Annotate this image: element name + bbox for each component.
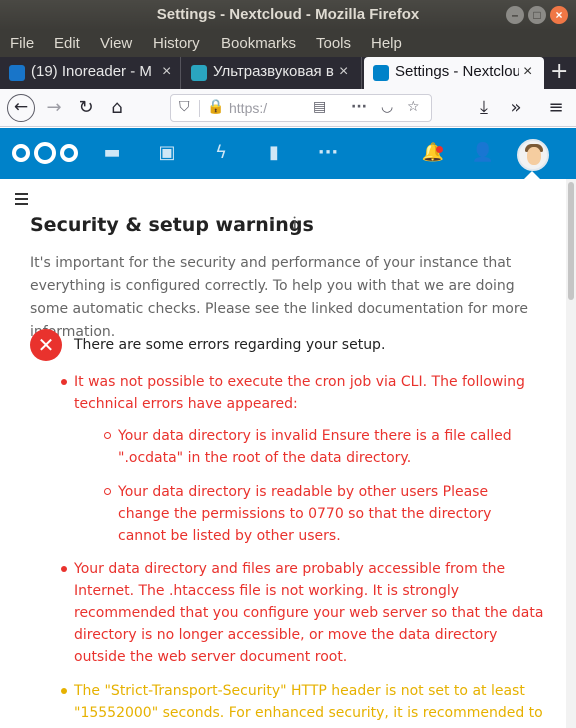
avatar-face xyxy=(527,147,541,165)
rss-icon xyxy=(9,65,25,81)
nextcloud-logo-icon[interactable] xyxy=(12,142,78,164)
close-tab-icon[interactable]: × xyxy=(339,63,348,81)
page-actions-icon[interactable]: ··· xyxy=(351,99,367,115)
tab-label: Settings - Nextclou xyxy=(395,63,519,80)
navigation-bar: ← → ↻ ⌂ ⛉ 🔒 https:/ ▤ ··· ◡ ☆ ⤓ » ≡ xyxy=(0,89,576,127)
menu-file[interactable]: File xyxy=(10,35,34,52)
home-icon[interactable]: ⌂ xyxy=(103,94,131,122)
close-tab-icon[interactable]: × xyxy=(523,63,532,81)
bullet-dot xyxy=(61,688,67,694)
warning-hsts: The "Strict-Transport-Security" HTTP hea… xyxy=(74,683,543,728)
notifications-bell-icon[interactable]: 🔔 xyxy=(421,141,445,165)
download-icon[interactable]: ⤓ xyxy=(470,94,498,122)
deck-icon[interactable]: ▮ xyxy=(262,141,286,165)
url-divider xyxy=(199,100,200,117)
files-folder-icon[interactable]: ▬ xyxy=(100,141,124,165)
menu-bookmarks[interactable]: Bookmarks xyxy=(221,35,296,52)
tab-strip: (19) Inoreader - M × Ультразвуковая в × … xyxy=(0,57,576,89)
info-icon[interactable]: i xyxy=(292,214,297,234)
error-htaccess: Your data directory and files are probab… xyxy=(74,561,544,665)
new-tab-icon[interactable]: + xyxy=(550,59,568,84)
menu-help[interactable]: Help xyxy=(371,35,402,52)
nextcloud-header: ▬ ▣ ϟ ▮ ··· 🔔 👤 xyxy=(0,128,576,179)
pocket-icon[interactable]: ◡ xyxy=(381,99,393,115)
tab-inoreader[interactable]: (19) Inoreader - M × xyxy=(0,57,181,89)
bullet-dot xyxy=(61,566,67,572)
error-cron: It was not possible to execute the cron … xyxy=(74,374,525,412)
shield-icon[interactable]: ⛉ xyxy=(179,99,190,115)
back-arrow-icon[interactable]: ← xyxy=(7,94,35,122)
hamburger-menu-icon[interactable]: ≡ xyxy=(542,94,570,122)
menu-edit[interactable]: Edit xyxy=(54,35,80,52)
contacts-icon[interactable]: 👤 xyxy=(471,141,495,165)
menu-bar: File Edit View History Bookmarks Tools H… xyxy=(0,30,576,57)
minimize-button[interactable]: – xyxy=(506,6,524,24)
overflow-chevron-icon[interactable]: » xyxy=(502,94,530,122)
error-icon: ✕ xyxy=(30,329,62,361)
bullet-dot xyxy=(61,379,67,385)
more-apps-icon[interactable]: ··· xyxy=(316,141,340,165)
url-text[interactable]: https:/ xyxy=(229,100,267,116)
tab-settings-nextcloud[interactable]: Settings - Nextclou × xyxy=(364,57,544,89)
error-ocdata: Your data directory is invalid Ensure th… xyxy=(118,428,512,466)
reader-view-icon[interactable]: ▤ xyxy=(313,99,326,115)
tab-label: Ультразвуковая в xyxy=(213,63,334,80)
photos-image-icon[interactable]: ▣ xyxy=(155,141,179,165)
reload-icon[interactable]: ↻ xyxy=(72,94,100,122)
error-heading: There are some errors regarding your set… xyxy=(74,337,386,353)
url-bar[interactable]: ⛉ 🔒 https:/ ▤ ··· ◡ ☆ xyxy=(170,94,432,122)
lock-icon[interactable]: 🔒 xyxy=(207,99,224,115)
tab-label: (19) Inoreader - M xyxy=(31,63,152,80)
scrollbar-thumb[interactable] xyxy=(568,182,574,300)
forward-arrow-icon[interactable]: → xyxy=(40,94,68,122)
navigation-toggle-icon[interactable] xyxy=(15,193,28,208)
menu-view[interactable]: View xyxy=(100,35,132,52)
menu-caret xyxy=(524,171,540,179)
page-title: Security & setup warnings xyxy=(30,214,314,236)
user-avatar[interactable] xyxy=(517,139,549,171)
settings-content: Security & setup warnings i It's importa… xyxy=(0,179,566,728)
nextcloud-favicon-icon xyxy=(373,65,389,81)
menu-history[interactable]: History xyxy=(153,35,200,52)
bookmark-star-icon[interactable]: ☆ xyxy=(407,99,420,115)
window-titlebar: Settings - Nextcloud - Mozilla Firefox –… xyxy=(0,0,576,30)
sub-bullet-ring xyxy=(104,488,111,495)
window-title: Settings - Nextcloud - Mozilla Firefox xyxy=(156,6,420,23)
notification-badge xyxy=(436,146,443,153)
close-window-button[interactable]: × xyxy=(550,6,568,24)
menu-tools[interactable]: Tools xyxy=(316,35,351,52)
sub-bullet-ring xyxy=(104,432,111,439)
error-permissions: Your data directory is readable by other… xyxy=(118,484,492,544)
activity-bolt-icon[interactable]: ϟ xyxy=(209,141,233,165)
window-controls: – □ × xyxy=(506,6,568,24)
maximize-button[interactable]: □ xyxy=(528,6,546,24)
snowflake-icon xyxy=(191,65,207,81)
tab-ultrasound[interactable]: Ультразвуковая в × xyxy=(182,57,362,89)
section-description: It's important for the security and perf… xyxy=(30,255,528,340)
close-tab-icon[interactable]: × xyxy=(162,63,171,81)
